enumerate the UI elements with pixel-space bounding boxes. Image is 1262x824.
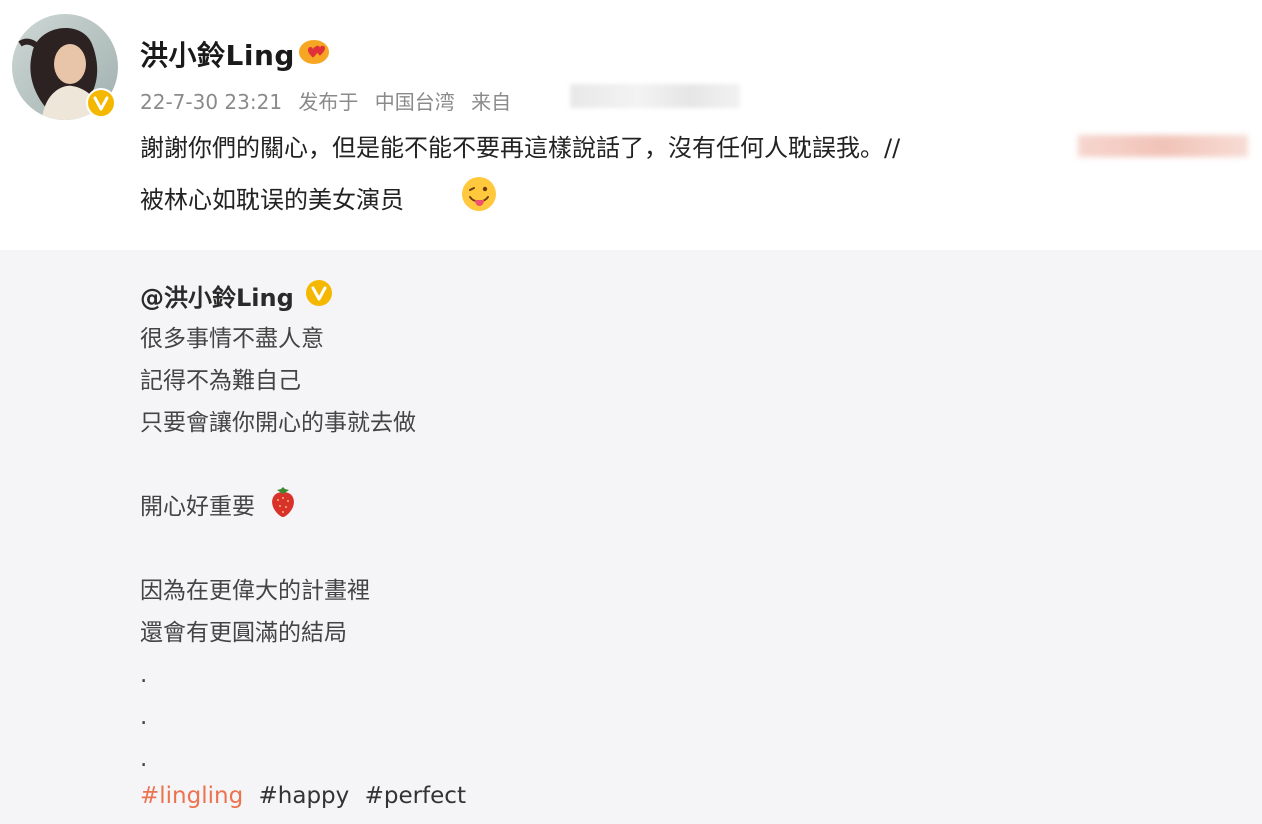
post-date[interactable]: 22-7-30 23:21 <box>140 90 282 114</box>
post-location: 中国台湾 <box>374 90 455 114</box>
heart-badge-icon <box>299 40 329 64</box>
repost-text: 很多事情不盡人意 記得不為難自己 只要會讓你開心的事就去做 開心好重要 因為在更… <box>140 318 416 780</box>
post-text: 謝謝你們的關心，但是能不能不要再這樣說話了，沒有任何人耽誤我。// <box>140 134 901 162</box>
repost-line <box>140 528 416 570</box>
repost-line: 很多事情不盡人意 <box>140 326 324 352</box>
strawberry-emoji-icon <box>272 487 294 517</box>
repost-line: . <box>140 662 148 688</box>
published-label: 发布于 <box>298 90 359 114</box>
hashtag-link[interactable]: #lingling <box>140 783 243 809</box>
hashtag-link[interactable]: #perfect <box>365 783 466 809</box>
repost-line: . <box>140 746 148 772</box>
post-header: 洪小鈴Ling 22-7-30 23:21 发布于 中国台湾 来自 謝謝你們的關… <box>0 0 1262 250</box>
tongue-out-emoji-icon <box>462 177 496 211</box>
repost-line: . <box>140 704 148 730</box>
repost-line: 記得不為難自己 <box>140 368 301 394</box>
author-name[interactable]: 洪小鈴Ling <box>140 34 295 74</box>
source-label: 来自 <box>471 90 512 114</box>
hashtag-link[interactable]: #happy <box>259 783 350 809</box>
repost-line: 還會有更圓滿的結局 <box>140 620 347 646</box>
repost-author[interactable]: @洪小鈴Ling <box>140 278 294 313</box>
verified-badge-icon <box>306 280 332 306</box>
post-text-continued: 被林心如耽误的美女演员 <box>140 186 404 214</box>
repost-line: 只要會讓你開心的事就去做 <box>140 410 416 436</box>
blurred-mention <box>1078 135 1248 157</box>
repost-line: 因為在更偉大的計畫裡 <box>140 578 370 604</box>
weibo-post: 洪小鈴Ling 22-7-30 23:21 发布于 中国台湾 来自 謝謝你們的關… <box>0 0 1262 824</box>
hashtags: #lingling #happy #perfect <box>140 783 474 809</box>
verified-badge-icon <box>86 88 116 118</box>
blurred-source <box>570 84 740 108</box>
post-meta: 22-7-30 23:21 发布于 中国台湾 来自 <box>140 86 521 115</box>
repost-block[interactable]: @洪小鈴Ling 很多事情不盡人意 記得不為難自己 只要會讓你開心的事就去做 開… <box>0 250 1262 824</box>
repost-line <box>140 444 416 486</box>
